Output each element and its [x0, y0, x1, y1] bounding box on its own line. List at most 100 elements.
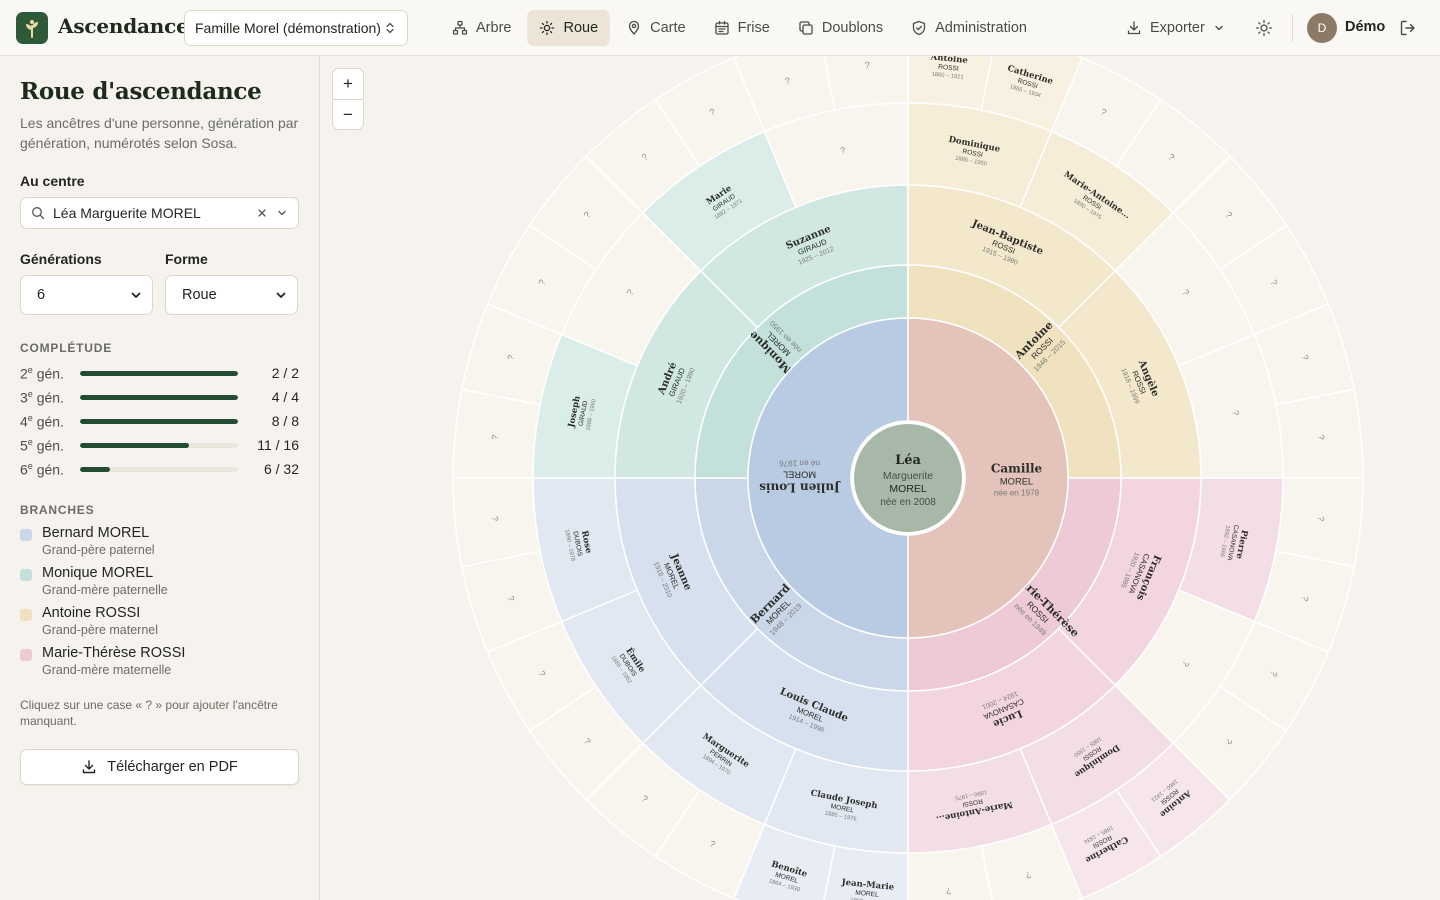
- nav-administration-label: Administration: [935, 20, 1027, 36]
- export-button[interactable]: Exporter: [1116, 10, 1235, 46]
- missing-marker: ?: [1316, 434, 1326, 440]
- shape-label: Forme: [165, 251, 208, 267]
- zoom-in-button[interactable]: +: [333, 69, 363, 99]
- ascendance-wheel[interactable]: Jean-MarieMOREL1860 – 1935BenoîteMOREL18…: [320, 56, 1440, 900]
- nav-arbre-label: Arbre: [476, 20, 512, 36]
- ancestor-last-name: MOREL: [783, 469, 816, 479]
- avatar[interactable]: D: [1307, 13, 1337, 43]
- ancestor-dates: née en 1978: [994, 488, 1040, 497]
- center-person-combobox[interactable]: Léa Marguerite MOREL: [20, 197, 299, 229]
- download-icon: [1127, 21, 1141, 35]
- nav-arbre[interactable]: Arbre: [440, 10, 523, 46]
- chevron-down-icon: [1215, 25, 1223, 31]
- completeness-count: 11 / 16: [257, 437, 299, 453]
- ancestor-label: ?: [490, 516, 500, 522]
- tree-selector[interactable]: Famille Morel (démonstration): [184, 10, 408, 46]
- branch-swatch: [20, 569, 32, 581]
- download-pdf-label: Télécharger en PDF: [107, 759, 238, 775]
- tree-selector-value: Famille Morel (démonstration): [195, 20, 381, 36]
- center-last-name: MOREL: [889, 483, 927, 495]
- completeness-generation: 5e gén.: [20, 436, 64, 454]
- ancestor-label: ?: [490, 434, 500, 440]
- center-person-value: Léa Marguerite MOREL: [53, 205, 201, 221]
- ancestor-first-name: Julien Louis: [759, 480, 841, 494]
- completeness-count: 6 / 32: [263, 461, 299, 477]
- nav-roue[interactable]: Roue: [527, 10, 611, 46]
- shield-icon: [912, 20, 926, 36]
- download-icon: [83, 760, 96, 774]
- missing-ancestor-hint: Cliquez sur une case « ? » pour ajouter …: [20, 698, 278, 728]
- ancestor-label: ?: [1316, 516, 1326, 522]
- ancestor-label: ?: [946, 886, 952, 896]
- branch-name: Marie-Thérèse ROSSI: [42, 645, 186, 661]
- user-name[interactable]: Démo: [1345, 19, 1385, 35]
- center-dates: née en 2008: [880, 497, 936, 508]
- branches-heading: BRANCHES: [20, 503, 95, 517]
- completeness-row: 5e gén. 11 / 16: [20, 433, 299, 457]
- chevron-down-icon[interactable]: [276, 207, 288, 219]
- branch-item: Marie-Thérèse ROSSI Grand-mère maternelle: [20, 645, 299, 677]
- generations-select[interactable]: 6: [20, 275, 153, 315]
- header-divider: [1292, 14, 1293, 42]
- zoom-out-button[interactable]: −: [333, 99, 363, 129]
- app-name: Ascendance: [58, 14, 189, 38]
- logout-icon[interactable]: [1398, 18, 1418, 38]
- completeness-bar: [80, 466, 238, 472]
- map-pin-icon: [628, 20, 640, 35]
- zoom-controls: + −: [332, 68, 364, 130]
- branch-swatch: [20, 529, 32, 541]
- branch-role: Grand-mère paternelle: [42, 583, 168, 597]
- download-pdf-button[interactable]: Télécharger en PDF: [20, 749, 299, 785]
- missing-marker: ?: [1316, 516, 1326, 522]
- chevron-down-icon: [276, 292, 286, 298]
- clear-icon[interactable]: [256, 207, 268, 219]
- completeness-bar: [80, 442, 238, 448]
- branch-name: Bernard MOREL: [42, 525, 150, 541]
- calendar-icon: [714, 20, 729, 35]
- fan-chart-canvas[interactable]: Jean-MarieMOREL1860 – 1935BenoîteMOREL18…: [320, 56, 1440, 900]
- completeness-bar: [80, 418, 238, 424]
- branch-name: Antoine ROSSI: [42, 605, 141, 621]
- center-middle-name: Marguerite: [883, 470, 933, 482]
- empty-ancestor-cell[interactable]: [452, 477, 542, 568]
- nav-administration[interactable]: Administration: [899, 10, 1039, 46]
- empty-ancestor-cell[interactable]: [1274, 388, 1364, 479]
- branch-role: Grand-mère maternelle: [42, 663, 172, 677]
- completeness-heading: COMPLÉTUDE: [20, 341, 112, 355]
- completeness-row: 4e gén. 8 / 8: [20, 409, 299, 433]
- nav-carte[interactable]: Carte: [614, 10, 697, 46]
- completeness-row: 6e gén. 6 / 32: [20, 457, 299, 481]
- ancestor-dates: né en 1976: [779, 459, 820, 468]
- shape-value: Roue: [182, 287, 217, 303]
- theme-toggle[interactable]: [1252, 16, 1276, 40]
- nav-frise[interactable]: Frise: [702, 10, 782, 46]
- branch-swatch: [20, 649, 32, 661]
- completeness-generation: 4e gén.: [20, 412, 64, 430]
- empty-ancestor-cell[interactable]: [819, 56, 909, 112]
- branch-item: Antoine ROSSI Grand-père maternel: [20, 605, 299, 637]
- nav-frise-label: Frise: [737, 20, 770, 36]
- branch-swatch: [20, 609, 32, 621]
- branch-item: Monique MOREL Grand-mère paternelle: [20, 565, 299, 597]
- tree-icon: [452, 20, 468, 35]
- chevron-up-down-icon: [386, 22, 394, 34]
- branch-item: Bernard MOREL Grand-père paternel: [20, 525, 299, 557]
- ancestor-label: ?: [864, 60, 870, 70]
- sidebar: Roue d'ascendance Les ancêtres d'une per…: [0, 56, 320, 900]
- completeness-generation: 3e gén.: [20, 388, 64, 406]
- shape-select[interactable]: Roue: [165, 275, 298, 315]
- completeness-count: 2 / 2: [271, 365, 299, 381]
- nav-doublons[interactable]: Doublons: [786, 10, 895, 46]
- sun-icon: [540, 20, 555, 36]
- empty-ancestor-cell[interactable]: [907, 844, 997, 900]
- center-label: Au centre: [20, 173, 85, 189]
- nav-doublons-label: Doublons: [821, 20, 884, 36]
- generations-value: 6: [37, 287, 46, 303]
- page-title: Roue d'ascendance: [20, 78, 262, 105]
- branches-legend: Bernard MOREL Grand-père paternel Monique …: [20, 525, 299, 677]
- missing-marker: ?: [490, 434, 500, 440]
- app-logo[interactable]: [16, 12, 48, 44]
- tree-logo-icon: [26, 20, 38, 38]
- nav-carte-label: Carte: [650, 20, 686, 36]
- ancestor-first-name: Camille: [991, 462, 1043, 476]
